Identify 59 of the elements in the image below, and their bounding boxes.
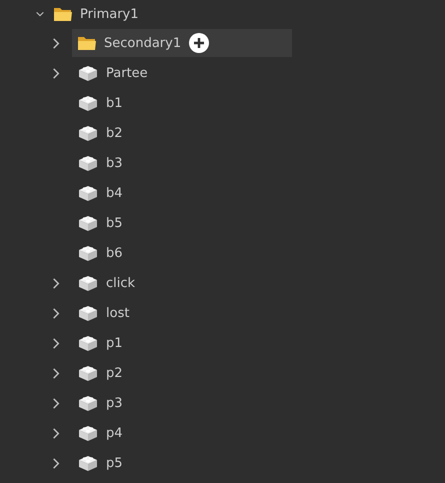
brick-icon bbox=[78, 184, 98, 202]
item-label: p5 bbox=[106, 456, 123, 470]
chevron-icon[interactable] bbox=[36, 11, 44, 17]
tree-item[interactable]: p3 bbox=[72, 389, 123, 417]
tree-item[interactable]: b4 bbox=[72, 179, 123, 207]
tree-item[interactable]: b1 bbox=[72, 89, 123, 117]
tree-item[interactable]: click bbox=[72, 269, 136, 297]
item-label: lost bbox=[106, 306, 130, 320]
item-label: b5 bbox=[106, 216, 123, 230]
chevron-icon[interactable] bbox=[52, 368, 60, 378]
item-label: p3 bbox=[106, 396, 123, 410]
tree-item[interactable]: b6 bbox=[72, 239, 123, 267]
tree-item[interactable]: Partee bbox=[72, 59, 148, 87]
chevron-icon[interactable] bbox=[52, 68, 60, 78]
tree-item[interactable]: b2 bbox=[72, 119, 123, 147]
item-label: p4 bbox=[106, 426, 123, 440]
tree-item[interactable]: Secondary1 bbox=[72, 29, 292, 57]
brick-icon bbox=[78, 454, 98, 472]
tree-item[interactable]: p2 bbox=[72, 359, 123, 387]
item-label: Partee bbox=[106, 66, 148, 80]
brick-icon bbox=[78, 274, 98, 292]
brick-icon bbox=[78, 334, 98, 352]
brick-icon bbox=[78, 394, 98, 412]
item-label: Secondary1 bbox=[104, 36, 182, 50]
brick-icon bbox=[78, 124, 98, 142]
chevron-icon[interactable] bbox=[52, 338, 60, 348]
folder-icon bbox=[54, 6, 72, 22]
item-label: b2 bbox=[106, 126, 123, 140]
chevron-icon[interactable] bbox=[52, 398, 60, 408]
chevron-icon[interactable] bbox=[52, 458, 60, 468]
tree-item[interactable]: b5 bbox=[72, 209, 123, 237]
tree-item[interactable]: p5 bbox=[72, 449, 123, 477]
item-label: Primary1 bbox=[80, 6, 139, 22]
brick-icon bbox=[78, 214, 98, 232]
item-label: b4 bbox=[106, 186, 123, 200]
tree-item[interactable]: p1 bbox=[72, 329, 123, 357]
brick-icon bbox=[78, 424, 98, 442]
brick-icon bbox=[78, 304, 98, 322]
chevron-icon[interactable] bbox=[52, 38, 60, 48]
brick-icon bbox=[78, 94, 98, 112]
chevron-icon[interactable] bbox=[52, 278, 60, 288]
item-label: p1 bbox=[106, 336, 123, 350]
item-label: b3 bbox=[106, 156, 123, 170]
brick-icon bbox=[78, 64, 98, 82]
tree-item[interactable]: p4 bbox=[72, 419, 123, 447]
brick-icon bbox=[78, 244, 98, 262]
chevron-icon[interactable] bbox=[52, 428, 60, 438]
item-label: p2 bbox=[106, 366, 123, 380]
tree-item[interactable]: b3 bbox=[72, 149, 123, 177]
folder-icon bbox=[78, 36, 96, 50]
add-icon[interactable] bbox=[189, 33, 210, 53]
tree-item[interactable]: Primary1 bbox=[48, 0, 139, 28]
item-label: b1 bbox=[106, 96, 123, 110]
brick-icon bbox=[78, 154, 98, 172]
chevron-icon[interactable] bbox=[52, 308, 60, 318]
tree-item[interactable]: lost bbox=[72, 299, 130, 327]
item-label: click bbox=[106, 276, 136, 290]
brick-icon bbox=[78, 364, 98, 382]
item-label: b6 bbox=[106, 246, 123, 260]
